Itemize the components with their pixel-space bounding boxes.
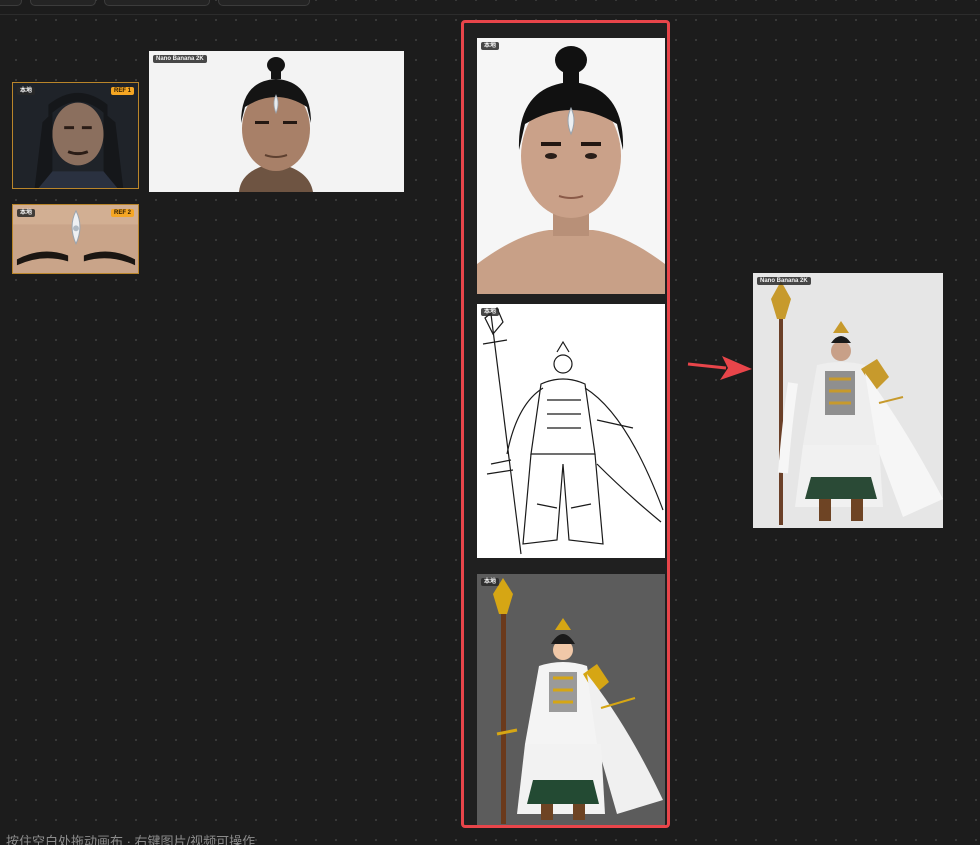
generated-portrait-image[interactable]: Nano Banana 2K <box>149 51 404 192</box>
stack-image-sketch[interactable]: 本地 <box>477 304 665 558</box>
ref-badge: REF 1 <box>110 87 134 95</box>
line-art-warrior-image <box>477 304 665 558</box>
reference-image-2[interactable]: 本地 REF 2 <box>12 204 139 274</box>
toolbar-fragment[interactable] <box>0 0 22 6</box>
source-tag: 本地 <box>17 209 36 217</box>
model-tag: Nano Banana 2K <box>757 277 811 285</box>
front-face-image <box>477 38 665 294</box>
canvas-hint: 按住空白处拖动画布 · 右键图片/视频可操作 <box>6 834 256 845</box>
flat-color-warrior-image <box>477 574 665 825</box>
right-arrow-icon <box>687 356 752 380</box>
toolbar-fragment[interactable] <box>218 0 310 6</box>
result-image[interactable]: Nano Banana 2K <box>753 273 943 528</box>
stack-image-face[interactable]: 本地 <box>477 38 665 294</box>
portrait-image <box>149 51 404 192</box>
toolbar-fragment[interactable] <box>104 0 210 6</box>
canvas[interactable]: 本地 REF 1 本地 REF 2 Nano Banana 2K 本地 本地 本… <box>0 0 980 845</box>
ref-badge: REF 2 <box>110 209 134 217</box>
toolbar-fragment[interactable] <box>30 0 96 6</box>
toolbar-divider <box>0 14 980 15</box>
source-tag: 本地 <box>481 578 500 586</box>
source-tag: 本地 <box>481 42 500 50</box>
source-tag: 本地 <box>481 308 500 316</box>
stack-image-flat[interactable]: 本地 <box>477 574 665 825</box>
reference-portrait-image <box>13 83 138 188</box>
model-tag: Nano Banana 2K <box>153 55 207 63</box>
source-tag: 本地 <box>17 87 36 95</box>
reference-image-1[interactable]: 本地 REF 1 <box>12 82 139 189</box>
rendered-warrior-image <box>753 273 943 528</box>
